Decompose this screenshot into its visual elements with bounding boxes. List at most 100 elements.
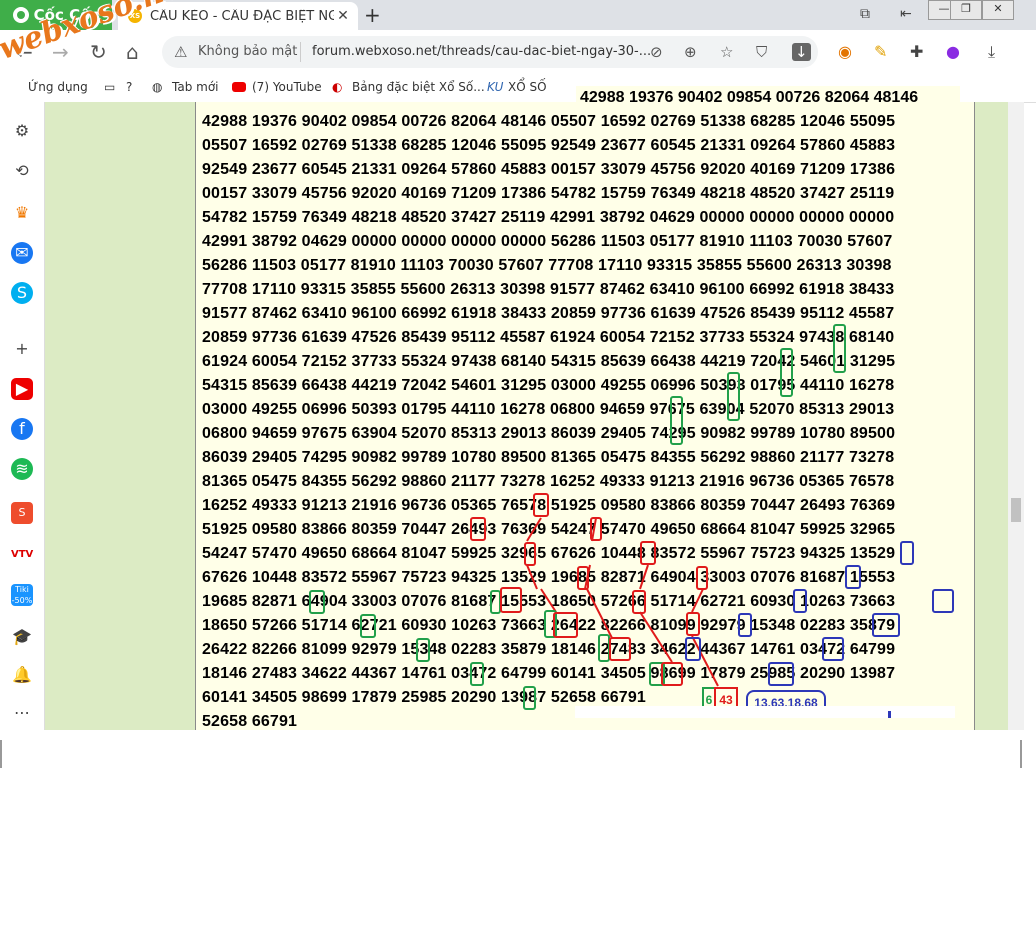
right-edge-mark [1020, 740, 1022, 768]
address-divider [300, 42, 301, 62]
red-highlight-box [577, 566, 589, 590]
number-row: 67626 10448 83572 55967 75723 94325 1352… [202, 569, 896, 586]
blue-highlight-box [768, 662, 794, 686]
youtube-icon [232, 80, 250, 94]
download-icon[interactable]: ⤓ [988, 42, 995, 62]
green-highlight-box [727, 372, 740, 421]
blue-highlight-box [932, 589, 954, 613]
ku-icon: KU [487, 80, 504, 94]
address-bar[interactable]: ⚠ Không bảo mật forum.webxoso.net/thread… [162, 36, 818, 68]
red-highlight-box [590, 517, 602, 541]
new-tab-icon[interactable]: + [364, 3, 381, 27]
number-row: 81365 05475 84355 56292 98860 21177 7327… [202, 473, 895, 490]
scrollbar-thumb[interactable] [1011, 498, 1021, 522]
reload-icon[interactable]: ↻ [90, 40, 107, 64]
number-row: 51925 09580 83866 80359 70447 26493 7636… [202, 521, 896, 538]
zoom-icon[interactable]: ⊕ [684, 43, 697, 61]
download-video-icon[interactable]: ↓ [792, 43, 811, 61]
red-highlight-box [524, 542, 536, 566]
messenger-icon[interactable]: ✉ [11, 242, 33, 264]
education-icon[interactable]: 🎓 [11, 626, 33, 648]
bookmark-unknown[interactable]: ? [126, 80, 132, 94]
home-icon[interactable]: ⌂ [126, 40, 139, 64]
green-highlight-box [780, 348, 793, 397]
vtv-icon[interactable]: VTV [11, 544, 33, 566]
more-icon[interactable]: ⋯ [11, 702, 33, 724]
settings-gear-icon[interactable]: ⚙ [11, 120, 33, 142]
url-text[interactable]: forum.webxoso.net/threads/cau-dac-biet-n… [312, 44, 651, 59]
red-highlight-box [500, 587, 522, 613]
restore-button[interactable]: ❐ [950, 0, 982, 20]
chrome-extension-icon[interactable]: ◉ [838, 42, 852, 61]
blue-highlight-box [900, 541, 914, 565]
number-row: 00157 33079 45756 92020 40169 71209 1738… [202, 185, 895, 202]
spotify-icon[interactable]: ≋ [11, 458, 33, 480]
number-row: 54782 15759 76349 48218 48520 37427 2511… [202, 209, 895, 226]
pen-icon[interactable]: ✎ [874, 42, 887, 61]
number-row: 05507 16592 02769 51338 68285 12046 5509… [202, 137, 896, 154]
tab-title: CẦU KÈO - CẦU ĐẶC BIỆT NG [150, 8, 334, 24]
bookmark-xo-so[interactable]: XỔ SỐ [508, 80, 547, 94]
green-highlight-box [523, 686, 536, 710]
shopee-icon[interactable]: S [11, 502, 33, 524]
extensions-icon[interactable]: ✚ [910, 42, 923, 61]
bookmark-star-icon[interactable]: ☆ [720, 43, 733, 61]
number-row: 03000 49255 06996 50393 01795 44110 1627… [202, 401, 895, 418]
bookmark-folder-icon[interactable]: ▭ [104, 80, 115, 94]
red-highlight-box [686, 612, 700, 636]
bookmark-bang-dac-biet[interactable]: Bảng đặc biệt Xổ Số... [352, 80, 485, 94]
blue-highlight-box [845, 565, 861, 589]
globe-icon: ◍ [152, 80, 163, 94]
blue-highlight-box [685, 637, 701, 661]
security-label[interactable]: Không bảo mật [198, 44, 297, 59]
red-highlight-box [696, 566, 708, 590]
shield-icon[interactable]: ⛉ [756, 43, 767, 61]
history-icon[interactable]: ⟲ [11, 160, 33, 182]
green-highlight-box [470, 662, 484, 686]
red-highlight-box [609, 637, 631, 661]
number-row: 42991 38792 04629 00000 00000 00000 0000… [202, 233, 893, 250]
green-highlight-box [670, 396, 683, 445]
youtube-sidebar-icon[interactable]: ▶ [11, 378, 33, 400]
number-row: 06800 94659 97675 63904 52070 85313 2901… [202, 425, 896, 442]
bookmark-youtube[interactable]: (7) YouTube [252, 80, 322, 94]
coccoc-logo-icon [12, 7, 29, 23]
blue-highlight-box [793, 589, 807, 613]
xoso-icon: ◐ [332, 80, 343, 94]
bookmark-new-tab[interactable]: Tab mới [172, 80, 219, 94]
number-row: 26422 82266 81099 92979 15348 02283 3587… [202, 641, 896, 658]
red-highlight-box [640, 541, 656, 565]
number-row: 77708 17110 93315 35855 55600 26313 3039… [202, 281, 895, 298]
red-highlight-box [661, 662, 683, 686]
red-highlight-box [533, 493, 549, 517]
warning-icon: ⚠ [174, 43, 188, 61]
notification-bell-icon[interactable]: 🔔 [11, 664, 33, 686]
number-row: 20859 97736 61639 47526 85439 95112 4558… [202, 329, 895, 346]
page-scrollbar[interactable] [1008, 102, 1024, 730]
number-row: 54247 57470 49650 68664 81047 59925 3296… [202, 545, 896, 562]
skype-icon[interactable]: S [11, 282, 33, 304]
block-popup-icon[interactable]: ⊘ [650, 43, 663, 61]
bookmark-apps[interactable]: Ứng dụng [28, 80, 88, 94]
blue-highlight-box [822, 637, 844, 661]
sidebar: ⚙ ⟲ ♛ ✉ S + ▶ f ≋ S VTV Tiki -50% 🎓 🔔 ⋯ [0, 102, 45, 730]
number-row: 56286 11503 05177 81910 11103 70030 5760… [202, 257, 892, 274]
download-manager-icon[interactable]: ⇤ [900, 6, 912, 22]
blue-highlight-box [738, 613, 752, 637]
red-highlight-box [553, 612, 578, 638]
add-sidebar-icon[interactable]: + [11, 338, 33, 360]
facebook-icon[interactable]: f [11, 418, 33, 440]
number-row: 91577 87462 63410 96100 66992 61918 3843… [202, 305, 895, 322]
number-row: 42988 19376 90402 09854 00726 82064 4814… [202, 113, 896, 130]
selection-strip [575, 706, 955, 718]
screenshot-icon[interactable]: ⧉ [860, 6, 870, 22]
blue-mark [888, 711, 891, 718]
profile-avatar-icon[interactable]: ● [946, 42, 960, 61]
crown-icon[interactable]: ♛ [11, 202, 33, 224]
tab-close-icon[interactable]: ✕ [334, 8, 352, 24]
number-row: 92549 23677 60545 21331 09264 57860 4588… [202, 161, 896, 178]
green-highlight-box [309, 590, 325, 614]
blank-area [0, 730, 1036, 952]
tiki-icon[interactable]: Tiki -50% [11, 584, 33, 606]
close-window-button[interactable]: ✕ [982, 0, 1014, 20]
